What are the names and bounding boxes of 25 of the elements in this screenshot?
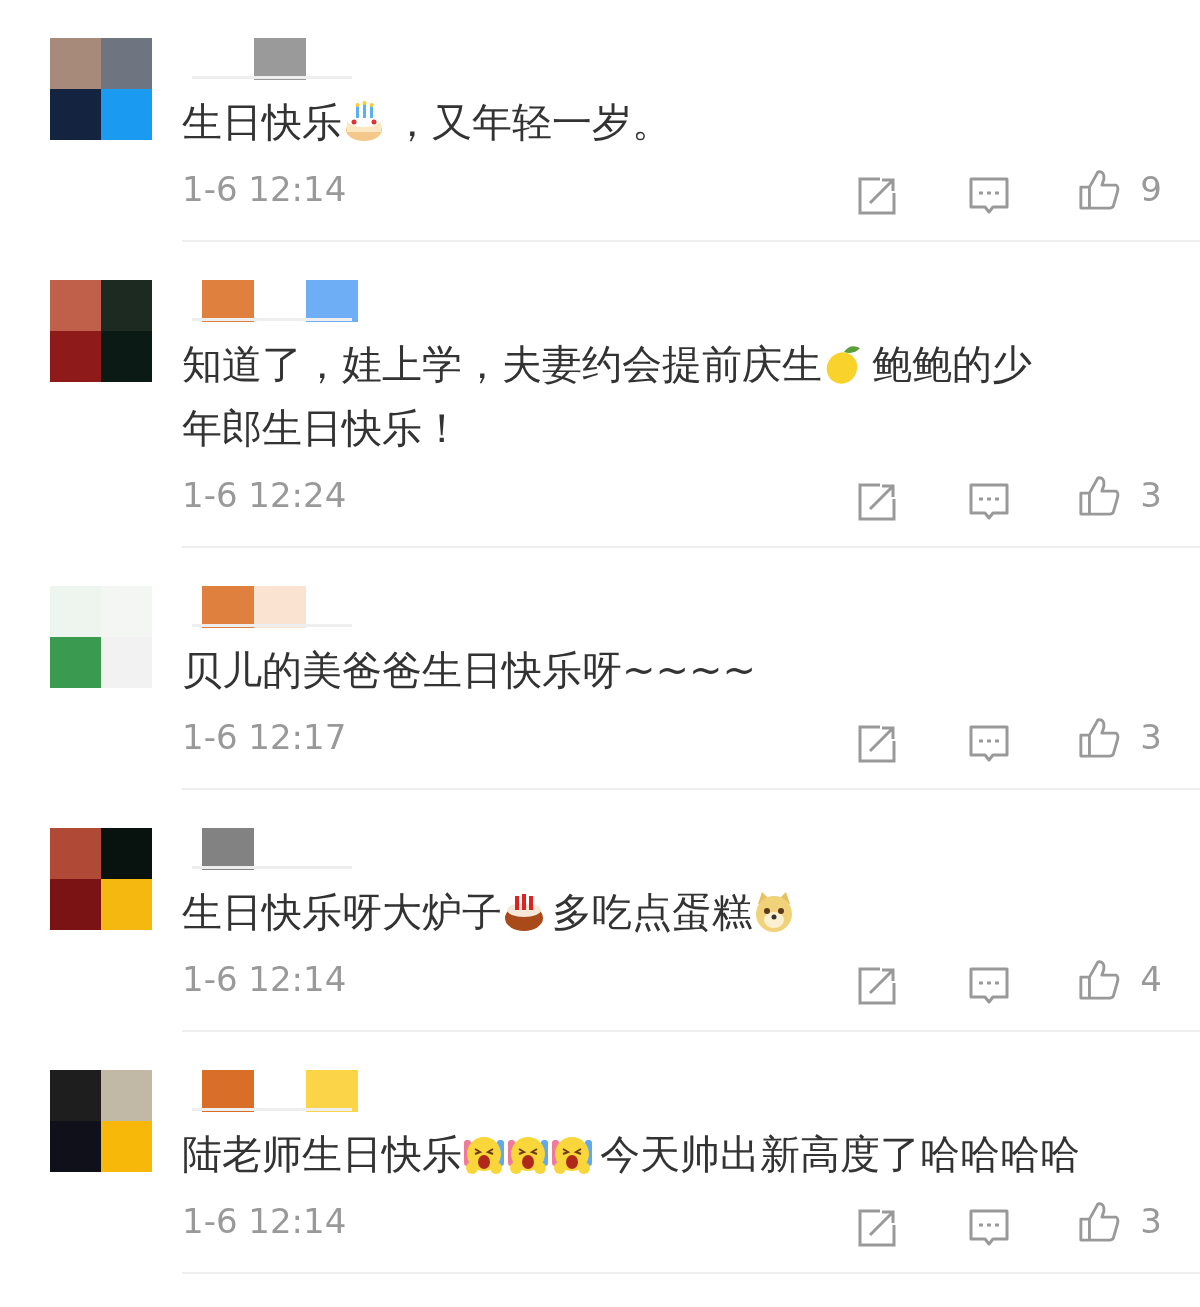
like-button[interactable]: 4 (1078, 953, 1162, 1005)
comment-text: 贝儿的美爸爸生日快乐呀~~~~ (182, 646, 757, 695)
thumbs-up-icon (1078, 716, 1121, 758)
comment-text: 生日快乐呀大炉子 (182, 888, 502, 937)
timestamp: 1-6 12:24 (182, 473, 347, 517)
comment-text: 多吃点蛋糕 (552, 888, 752, 937)
thumbs-up-icon (1078, 1200, 1121, 1242)
timestamp: 1-6 12:14 (182, 957, 347, 1001)
thumbs-up-icon (1078, 958, 1121, 1000)
timestamp: 1-6 12:14 (182, 167, 347, 211)
like-button[interactable]: 9 (1078, 163, 1162, 215)
comment-text: 鲍鲍的少 (872, 340, 1032, 389)
comment-text: 知道了，娃上学，夫妻约会提前庆生 (182, 340, 822, 389)
timestamp: 1-6 12:14 (182, 1199, 347, 1243)
timestamp: 1-6 12:17 (182, 715, 347, 759)
thumbs-up-icon (1078, 168, 1121, 210)
comment-text: ，又年轻一岁。 (392, 98, 672, 147)
comment-text: 陆老师生日快乐 (182, 1130, 462, 1179)
comment-text: 年郎生日快乐！ (182, 404, 462, 453)
thumbs-up-icon (1078, 474, 1121, 516)
like-button[interactable]: 3 (1078, 469, 1162, 521)
like-button[interactable]: 3 (1078, 711, 1162, 763)
comment-text: 今天帅出新高度了哈哈哈哈 (600, 1130, 1080, 1179)
comment-text: 生日快乐 (182, 98, 342, 147)
like-button[interactable]: 3 (1078, 1195, 1162, 1247)
